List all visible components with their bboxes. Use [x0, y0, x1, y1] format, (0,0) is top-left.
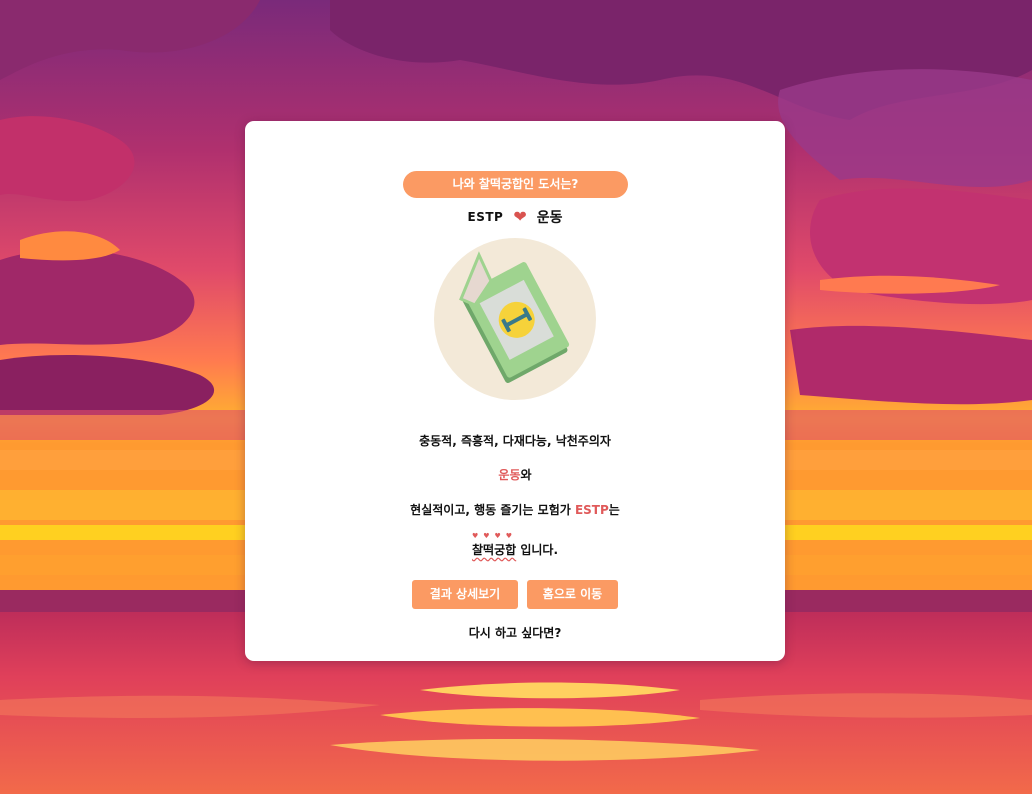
book-suffix: 와 [520, 468, 532, 482]
result-detail-button[interactable]: 결과 상세보기 [412, 580, 518, 609]
result-line: ♥♥♥♥ 찰떡궁합 입니다. [245, 532, 785, 558]
result-card: 나와 찰떡궁합인 도서는? ESTP ❤ 운동 충동적, 즉흥적, 다재다능, … [245, 121, 785, 661]
mbti-line-prefix: 현실적이고, 행동 즐기는 모험가 [410, 503, 575, 517]
result-word: 찰떡궁합 [471, 543, 517, 557]
mbti-line-type: ESTP [574, 503, 609, 517]
exercise-book-icon [434, 238, 596, 400]
mbti-type: ESTP [467, 210, 504, 224]
result-suffix: 입니다. [516, 543, 559, 557]
result-title-pill: 나와 찰떡궁합인 도서는? [403, 171, 628, 198]
book-category: 운동 [536, 210, 563, 226]
mini-hearts-icon: ♥♥♥♥ [471, 532, 518, 540]
personality-traits: 충동적, 즉흥적, 다재다능, 낙천주의자 [419, 434, 611, 448]
heart-icon: ❤ [513, 207, 527, 226]
retry-text: 다시 하고 싶다면? [468, 626, 562, 640]
mbti-line: 현실적이고, 행동 즐기는 모험가 ESTP는 [245, 501, 785, 518]
book-line: 운동와 [245, 466, 785, 483]
result-word-wrap: ♥♥♥♥ 찰떡궁합 [471, 532, 517, 558]
match-row: ESTP ❤ 운동 [245, 207, 785, 227]
mbti-line-suffix: 는 [608, 503, 620, 517]
go-home-button[interactable]: 홈으로 이동 [527, 580, 618, 609]
book-word: 운동 [498, 468, 521, 482]
